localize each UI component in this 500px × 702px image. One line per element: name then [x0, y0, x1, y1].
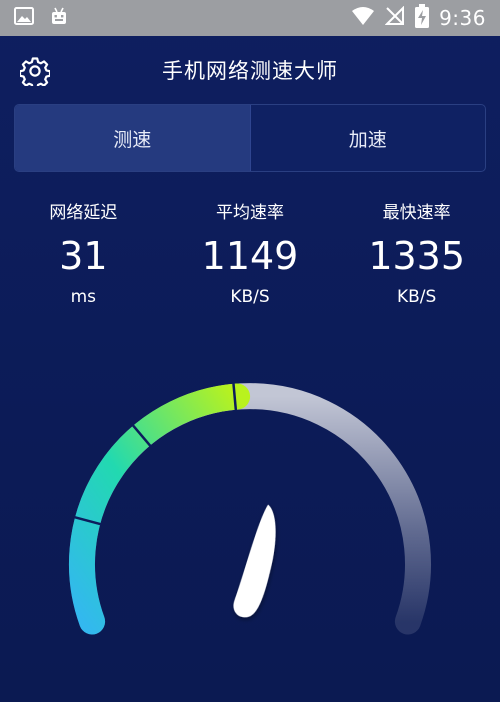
image-icon — [14, 7, 34, 29]
tab-speed-test[interactable]: 测速 — [15, 105, 251, 171]
gauge-needle — [233, 504, 276, 618]
stat-label: 最快速率 — [382, 203, 451, 223]
gear-icon[interactable] — [18, 56, 52, 90]
status-time: 9:36 — [439, 6, 486, 30]
stat-label: 平均速率 — [216, 203, 284, 223]
stat-average-speed: 平均速率 1149 KB/S — [167, 196, 334, 316]
app-header: 手机网络测速大师 — [0, 36, 500, 104]
stat-label: 网络延迟 — [49, 203, 118, 223]
android-icon — [50, 7, 68, 29]
speed-gauge — [69, 382, 431, 635]
stat-value: 31 — [59, 234, 108, 278]
wifi-icon — [351, 6, 375, 30]
stat-unit: KB/S — [230, 287, 270, 307]
stat-latency: 网络延迟 31 ms — [0, 196, 167, 316]
stat-unit: KB/S — [397, 287, 437, 307]
gauge-fill-arc — [69, 383, 251, 635]
gauge-fill — [69, 383, 251, 635]
stat-max-speed: 最快速率 1335 KB/S — [333, 196, 500, 316]
stat-value: 1335 — [368, 234, 466, 278]
no-signal-icon — [384, 5, 405, 30]
app-title: 手机网络测速大师 — [162, 59, 338, 83]
tab-accelerate[interactable]: 加速 — [251, 105, 486, 171]
stat-unit: ms — [70, 287, 97, 307]
stats-row: 网络延迟 31 ms 平均速率 1149 KB/S 最快速率 1335 KB/S — [0, 196, 500, 316]
mode-tabs: 测速 加速 — [14, 104, 486, 172]
speed-test-screen: 9:36 手机网络测速大师 测速 加速 网络延迟 31 ms 平均速率 1149 — [0, 0, 500, 702]
battery-charging-icon — [415, 4, 430, 32]
status-bar: 9:36 — [0, 0, 500, 36]
stat-value: 1149 — [201, 234, 299, 278]
